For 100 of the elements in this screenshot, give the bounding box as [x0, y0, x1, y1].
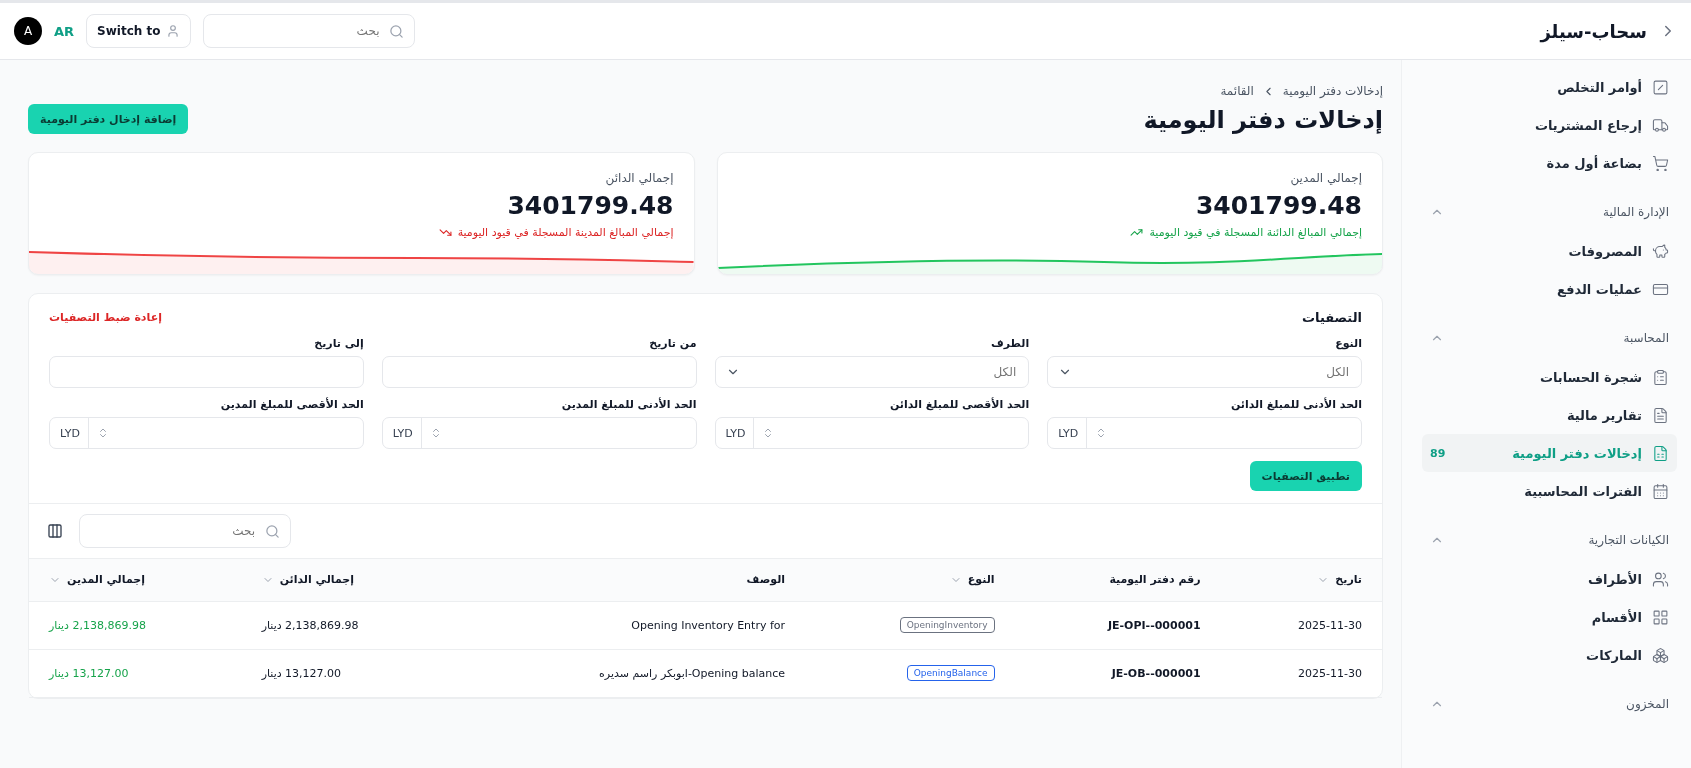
- item-label: تقارير مالية: [1565, 407, 1642, 423]
- sidebar-item[interactable]: أوامر التخلص: [1422, 68, 1677, 106]
- entry-number-cell: JE-OPI--000001: [1014, 601, 1221, 649]
- breadcrumb-link[interactable]: إدخالات دفتر اليومية: [1282, 84, 1383, 98]
- item-label: بضاعة أول مدة: [1545, 155, 1642, 171]
- search-input[interactable]: بحث: [90, 515, 257, 547]
- column-header[interactable]: إجمالي الدائن: [279, 573, 354, 587]
- currency-label: LYD: [1058, 418, 1088, 448]
- item-label: الأطراف: [1586, 571, 1642, 587]
- trend-up-icon: [1130, 226, 1144, 239]
- sidebar-item[interactable]: تقارير مالية: [1422, 396, 1677, 434]
- search-icon: [265, 523, 280, 539]
- debit-cell: 13,127.00 دينار: [29, 649, 242, 697]
- amount-field[interactable]: LYD: [1047, 417, 1362, 449]
- search-field[interactable]: بحث: [203, 14, 416, 48]
- cart-icon: [1652, 154, 1669, 172]
- date-field[interactable]: [381, 356, 697, 388]
- field-label: إلى تاريخ: [313, 337, 364, 350]
- select-input[interactable]: الكل: [1080, 357, 1351, 387]
- field-label: الحد الأدنى للمبلغ الدائن: [1229, 398, 1362, 411]
- column-header[interactable]: الوصف: [746, 573, 786, 587]
- column-header[interactable]: النوع: [967, 573, 995, 587]
- field-label: النوع: [1334, 337, 1362, 350]
- search-icon: [389, 23, 405, 39]
- sidebar-item[interactable]: الماركات: [1422, 636, 1677, 674]
- truck-icon: [1652, 116, 1669, 134]
- count-label: 89: [1430, 446, 1446, 460]
- item-label: إرجاع المشتريات: [1533, 117, 1642, 133]
- sidebar-item[interactable]: الأطراف: [1422, 560, 1677, 598]
- section-title: الكيانات التجارية: [1588, 533, 1669, 547]
- credit-cell: 2,138,869.98 دينار: [241, 601, 455, 649]
- item-label: إدخالات دفتر اليومية: [1511, 445, 1642, 461]
- table-search-field[interactable]: بحث: [79, 514, 291, 548]
- amount-field[interactable]: LYD: [49, 417, 364, 449]
- currency-label: LYD: [60, 418, 89, 448]
- sidebar-item[interactable]: الأقسام: [1422, 598, 1677, 636]
- stat-note: إجمالي المبالغ المدينة المسجلة في قيود اليومية: [457, 226, 674, 239]
- columns-icon[interactable]: [47, 523, 63, 539]
- column-header[interactable]: تاريخ: [1335, 573, 1362, 587]
- grid-icon: [1652, 608, 1669, 626]
- date-cell: 2025-11-30: [1220, 649, 1382, 697]
- column-header[interactable]: رقم دفتر اليومية: [1109, 573, 1201, 587]
- sidebar-item[interactable]: الفترات المحاسبية: [1422, 472, 1677, 510]
- field-label: من تاريخ: [648, 337, 697, 350]
- reset-filters-link[interactable]: إعادة ضبط التصفيات: [49, 311, 162, 324]
- item-label: أوامر التخلص: [1556, 79, 1642, 95]
- page-title: إدخالات دفتر اليومية: [1143, 106, 1383, 134]
- credit-cell: 13,127.00 دينار: [241, 649, 455, 697]
- stat-label: إجمالي المدين: [1289, 171, 1362, 185]
- currency-label: LYD: [725, 418, 755, 448]
- apply-filters-button[interactable]: تطبيق التصفيات: [1249, 461, 1362, 491]
- date-cell: 2025-11-30: [1220, 601, 1382, 649]
- amount-field[interactable]: LYD: [714, 417, 1030, 449]
- section-title: المحاسبة: [1623, 331, 1669, 345]
- column-header[interactable]: إجمالي المدين: [67, 573, 145, 587]
- item-label: عمليات الدفع: [1556, 281, 1642, 297]
- field-label: الطرف: [990, 337, 1030, 350]
- field-label: الحد الأقصى للمبلغ الدائن: [888, 398, 1030, 411]
- amount-field[interactable]: LYD: [381, 417, 697, 449]
- add-entry-button[interactable]: إضافة إدخال دفتر اليومية: [28, 104, 189, 134]
- sidebar-item[interactable]: عمليات الدفع: [1422, 270, 1677, 308]
- currency-label: LYD: [392, 418, 422, 448]
- stat-label: إجمالي الدائن: [604, 171, 674, 185]
- section-title: المخزون: [1626, 697, 1669, 711]
- sidebar-item[interactable]: بضاعة أول مدة: [1422, 144, 1677, 182]
- calendar-icon: [1652, 482, 1669, 500]
- description-cell: Opening balance-ابوبكر راسم سديره: [454, 649, 806, 697]
- users-icon: [1652, 570, 1669, 588]
- date-field[interactable]: [49, 356, 364, 388]
- select-field[interactable]: الكل: [714, 356, 1030, 388]
- boxes-icon: [1652, 646, 1669, 664]
- type-tag: OpeningInventory: [899, 617, 995, 633]
- item-label: الفترات المحاسبية: [1523, 483, 1642, 499]
- item-label: الأقسام: [1590, 609, 1642, 625]
- field-label: الحد الأدنى للمبلغ المدين: [560, 398, 697, 411]
- piggy-bank-icon: [1652, 242, 1669, 260]
- user-avatar[interactable]: A: [14, 17, 42, 45]
- stat-value: 3401799.48: [506, 191, 674, 220]
- search-input[interactable]: بحث: [214, 15, 382, 47]
- sidebar-item[interactable]: إرجاع المشتريات: [1422, 106, 1677, 144]
- sidebar-item[interactable]: المصروفات: [1422, 232, 1677, 270]
- switch-button[interactable]: Switch to: [86, 14, 192, 48]
- select-input[interactable]: الكل: [747, 357, 1019, 387]
- item-label: المصروفات: [1567, 243, 1642, 259]
- breadcrumb-link[interactable]: القائمة: [1220, 84, 1254, 98]
- section-title: الإدارة المالية: [1602, 205, 1669, 219]
- entry-number-cell: JE-OB--000001: [1014, 649, 1221, 697]
- select-field[interactable]: الكل: [1047, 356, 1362, 388]
- filters-title: التصفيات: [1301, 310, 1362, 325]
- stat-value: 3401799.48: [1194, 191, 1362, 220]
- debit-cell: 2,138,869.98 دينار: [29, 601, 242, 649]
- item-label: الماركات: [1585, 647, 1642, 663]
- document-icon: [1652, 406, 1669, 424]
- brand-name: سحاب-سيلز: [1540, 20, 1647, 42]
- stat-note: إجمالي المبالغ الدائنة المسجلة في قيود اليومية: [1149, 226, 1362, 239]
- trend-down-icon: [438, 226, 452, 239]
- sidebar-item[interactable]: شجرة الحسابات: [1422, 358, 1677, 396]
- type-tag: OpeningBalance: [906, 665, 995, 681]
- field-label: الحد الأقصى للمبلغ المدين: [219, 398, 364, 411]
- spreadsheet-icon: [1652, 444, 1669, 462]
